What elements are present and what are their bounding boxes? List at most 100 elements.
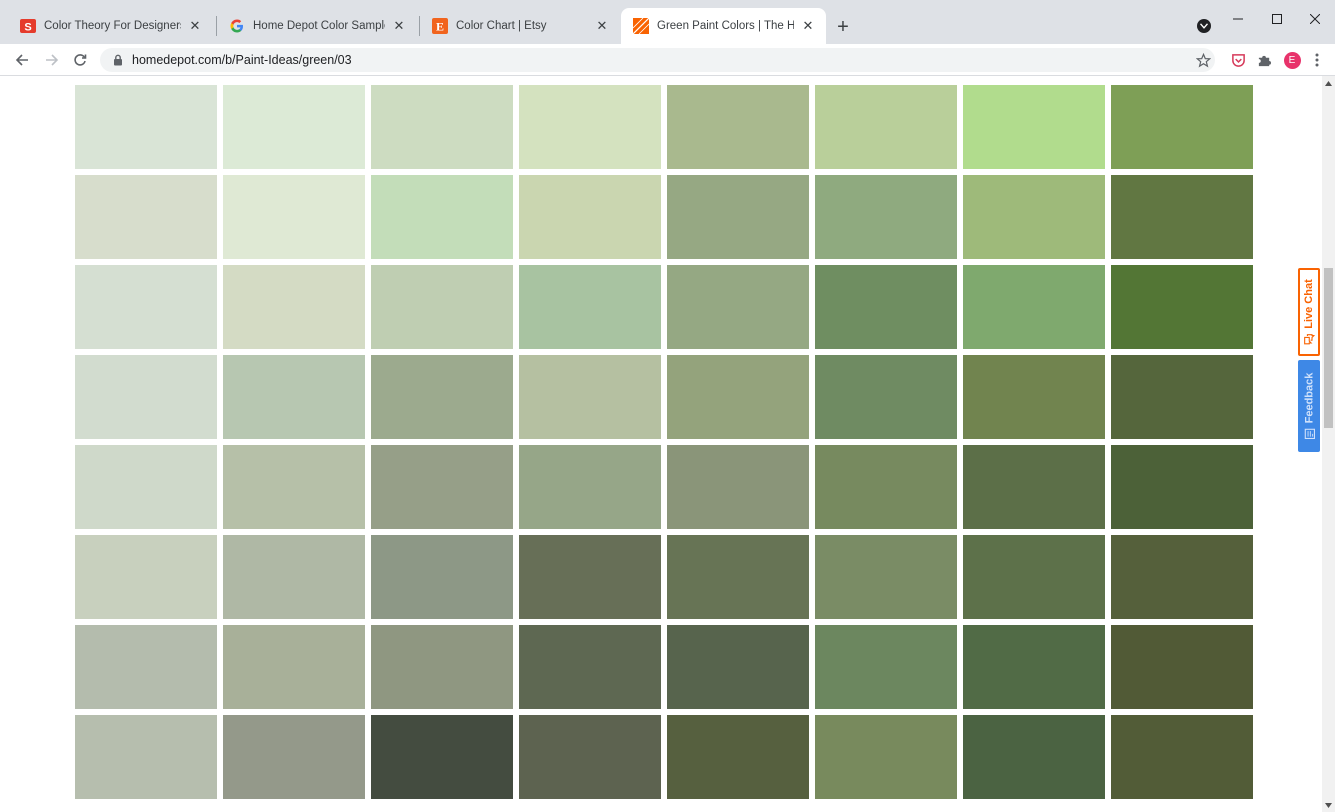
color-swatch[interactable] [815, 445, 957, 529]
color-swatch[interactable] [963, 625, 1105, 709]
maximize-button[interactable] [1257, 6, 1297, 32]
color-swatch[interactable] [223, 715, 365, 799]
color-swatch[interactable] [75, 625, 217, 709]
color-swatch[interactable] [75, 535, 217, 619]
color-swatch[interactable] [519, 625, 661, 709]
color-swatch[interactable] [519, 85, 661, 169]
tab-color-theory[interactable]: S Color Theory For Designers, Part ✕ [8, 8, 213, 44]
scroll-up-button[interactable] [1322, 76, 1335, 90]
color-swatch[interactable] [519, 535, 661, 619]
color-swatch[interactable] [371, 535, 513, 619]
minimize-button[interactable] [1218, 6, 1258, 32]
bookmark-star-button[interactable] [1193, 50, 1213, 70]
color-swatch[interactable] [519, 715, 661, 799]
color-swatch[interactable] [519, 355, 661, 439]
close-icon[interactable]: ✕ [594, 18, 610, 34]
tab-green-paint-colors[interactable]: Green Paint Colors | The Home D ✕ [621, 8, 826, 44]
vertical-scrollbar[interactable] [1322, 76, 1335, 812]
feedback-icon [1303, 428, 1315, 440]
color-swatch[interactable] [1111, 265, 1253, 349]
color-swatch[interactable] [963, 355, 1105, 439]
color-swatch[interactable] [815, 625, 957, 709]
back-button[interactable] [10, 48, 34, 72]
triangle-down-icon [1325, 802, 1332, 808]
color-swatch[interactable] [963, 535, 1105, 619]
color-swatch[interactable] [963, 715, 1105, 799]
color-swatch[interactable] [1111, 85, 1253, 169]
address-bar[interactable]: homedepot.com/b/Paint-Ideas/green/03 [100, 48, 1215, 72]
color-swatch[interactable] [223, 625, 365, 709]
color-swatch[interactable] [815, 85, 957, 169]
forward-button[interactable] [40, 48, 64, 72]
close-window-button[interactable] [1295, 6, 1335, 32]
color-swatch[interactable] [371, 445, 513, 529]
color-swatch[interactable] [75, 85, 217, 169]
color-swatch[interactable] [75, 355, 217, 439]
color-swatch[interactable] [371, 625, 513, 709]
color-swatch[interactable] [1111, 625, 1253, 709]
color-swatch[interactable] [223, 445, 365, 529]
color-swatch[interactable] [223, 175, 365, 259]
feedback-button[interactable]: Feedback [1298, 360, 1320, 452]
color-swatch[interactable] [371, 85, 513, 169]
color-swatch[interactable] [519, 445, 661, 529]
color-swatch[interactable] [963, 85, 1105, 169]
color-swatch[interactable] [667, 265, 809, 349]
reload-button[interactable] [68, 48, 92, 72]
color-swatch[interactable] [815, 265, 957, 349]
color-swatch[interactable] [371, 715, 513, 799]
color-swatch[interactable] [1111, 535, 1253, 619]
color-swatch[interactable] [667, 535, 809, 619]
avatar-initial: E [1288, 54, 1296, 66]
color-swatch[interactable] [371, 175, 513, 259]
arrow-left-icon [15, 54, 28, 66]
color-swatch[interactable] [667, 355, 809, 439]
scrollbar-thumb[interactable] [1324, 268, 1333, 428]
browser-menu-button[interactable] [1307, 50, 1327, 70]
color-swatch[interactable] [75, 445, 217, 529]
tab-etsy[interactable]: E Color Chart | Etsy ✕ [420, 8, 620, 44]
color-swatch[interactable] [223, 535, 365, 619]
color-swatch[interactable] [75, 265, 217, 349]
triangle-up-icon [1325, 80, 1332, 86]
color-swatch[interactable] [667, 715, 809, 799]
live-chat-button[interactable]: Live Chat [1298, 268, 1320, 356]
color-swatch[interactable] [223, 85, 365, 169]
color-swatch[interactable] [963, 265, 1105, 349]
tab-home-depot-samples[interactable]: Home Depot Color Samples - Go ✕ [217, 8, 417, 44]
extensions-button[interactable] [1254, 50, 1274, 70]
color-swatch[interactable] [1111, 355, 1253, 439]
reload-icon [74, 54, 87, 66]
color-swatch[interactable] [371, 355, 513, 439]
color-swatch[interactable] [75, 715, 217, 799]
scroll-down-button[interactable] [1322, 798, 1335, 812]
color-swatch[interactable] [1111, 175, 1253, 259]
tab-search-button[interactable] [1197, 19, 1211, 33]
chevron-down-icon [1200, 23, 1208, 29]
color-swatch[interactable] [963, 445, 1105, 529]
color-swatch[interactable] [815, 715, 957, 799]
pocket-extension-button[interactable] [1228, 50, 1248, 70]
color-swatch[interactable] [1111, 715, 1253, 799]
color-swatch[interactable] [963, 175, 1105, 259]
color-swatch[interactable] [519, 175, 661, 259]
color-swatch[interactable] [667, 445, 809, 529]
close-icon[interactable]: ✕ [800, 18, 816, 34]
close-icon[interactable]: ✕ [187, 18, 203, 34]
color-swatch[interactable] [223, 355, 365, 439]
color-swatch[interactable] [667, 625, 809, 709]
color-swatch[interactable] [667, 175, 809, 259]
close-icon[interactable]: ✕ [391, 18, 407, 34]
color-swatch[interactable] [1111, 445, 1253, 529]
new-tab-button[interactable]: + [831, 15, 855, 39]
google-icon [229, 18, 245, 34]
color-swatch[interactable] [815, 355, 957, 439]
color-swatch[interactable] [815, 535, 957, 619]
color-swatch[interactable] [519, 265, 661, 349]
color-swatch[interactable] [815, 175, 957, 259]
color-swatch[interactable] [371, 265, 513, 349]
color-swatch[interactable] [667, 85, 809, 169]
color-swatch[interactable] [75, 175, 217, 259]
color-swatch[interactable] [223, 265, 365, 349]
profile-avatar-button[interactable]: E [1282, 50, 1302, 70]
